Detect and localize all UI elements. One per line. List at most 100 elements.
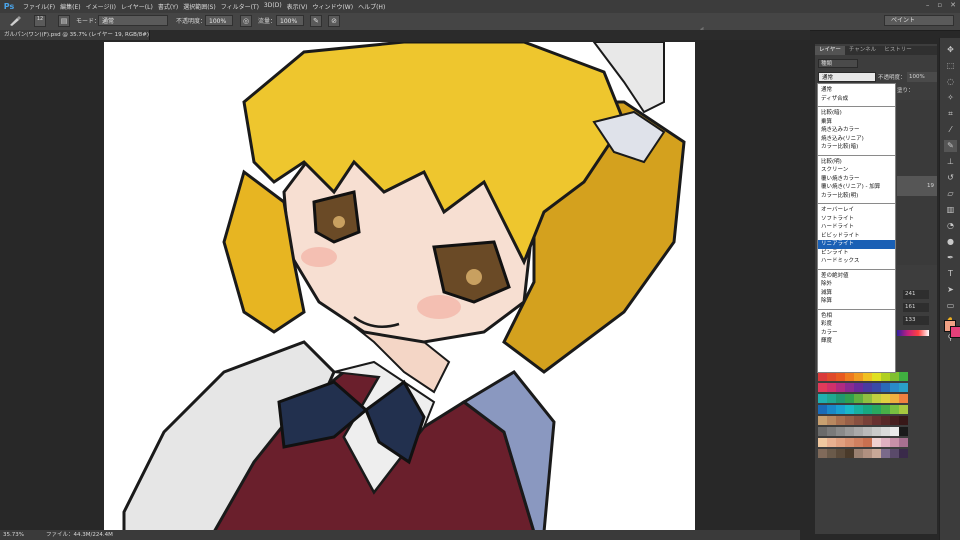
workspace-switcher[interactable]: ペイント (884, 15, 954, 26)
blend-mode-option[interactable]: ディザ合成 (818, 95, 895, 104)
color-swatch[interactable] (845, 394, 854, 403)
color-swatch[interactable] (827, 449, 836, 458)
blend-mode-option[interactable]: 乗算 (818, 118, 895, 127)
color-swatch[interactable] (836, 438, 845, 447)
menu-view[interactable]: 表示(V) (287, 2, 308, 11)
blend-mode-option[interactable]: ハードミックス (818, 257, 895, 266)
color-swatch[interactable] (881, 405, 890, 414)
color-swatch[interactable] (818, 372, 827, 381)
color-swatch[interactable] (881, 438, 890, 447)
color-swatch[interactable] (881, 449, 890, 458)
tab-channels[interactable]: チャンネル (845, 46, 880, 55)
move-tool-icon[interactable]: ✥ (944, 44, 957, 56)
blend-mode-option[interactable]: 通常 (818, 86, 895, 95)
menu-window[interactable]: ウィンドウ(W) (312, 2, 353, 11)
color-swatch[interactable] (854, 438, 863, 447)
menu-select[interactable]: 選択範囲(S) (183, 2, 216, 11)
color-swatch[interactable] (872, 405, 881, 414)
color-swatch[interactable] (881, 394, 890, 403)
color-swatch[interactable] (881, 372, 890, 381)
color-swatch[interactable] (854, 372, 863, 381)
color-swatch[interactable] (863, 372, 872, 381)
airbrush-icon[interactable]: ✎ (310, 15, 322, 27)
document-tab[interactable]: ガルパン(ワン)(F).psd @ 35.7% (レイヤー 19, RGB/8#… (0, 30, 150, 40)
blend-mode-option[interactable]: カラー比較(明) (818, 192, 895, 201)
layer-opacity-input[interactable]: 100% (907, 72, 937, 82)
tab-history[interactable]: ヒストリー (880, 46, 916, 55)
quick-select-tool-icon[interactable]: ✧ (944, 92, 957, 104)
color-swatch[interactable] (863, 394, 872, 403)
blend-mode-option[interactable]: 比較(明) (818, 158, 895, 167)
color-swatch[interactable] (881, 427, 890, 436)
eyedropper-tool-icon[interactable]: ⁄ (944, 124, 957, 136)
color-swatch[interactable] (890, 416, 899, 425)
color-swatch[interactable] (827, 405, 836, 414)
menu-3d[interactable]: 3D(D) (264, 2, 282, 11)
color-swatch[interactable] (863, 438, 872, 447)
blend-mode-option[interactable]: 色相 (818, 312, 895, 321)
color-swatch[interactable] (863, 427, 872, 436)
blend-mode-option[interactable]: 減算 (818, 289, 895, 298)
color-swatch[interactable] (899, 394, 908, 403)
color-swatch[interactable] (872, 372, 881, 381)
path-select-tool-icon[interactable]: ➤ (944, 284, 957, 296)
menu-edit[interactable]: 編集(E) (60, 2, 80, 11)
file-size-info[interactable]: ファイル：44.3M/224.4M (46, 530, 113, 540)
color-swatch[interactable] (863, 383, 872, 392)
color-swatch[interactable] (827, 394, 836, 403)
minimize-button[interactable]: – (926, 1, 930, 9)
blend-mode-option[interactable]: 覆い焼きカラー (818, 175, 895, 184)
layer-row-selected[interactable]: 19 (897, 176, 937, 196)
color-swatch[interactable] (872, 383, 881, 392)
blur-tool-icon[interactable]: ◔ (944, 220, 957, 232)
color-b-value[interactable]: 133 (903, 316, 929, 325)
crop-tool-icon[interactable]: ⌗ (944, 108, 957, 120)
history-brush-tool-icon[interactable]: ↺ (944, 172, 957, 184)
background-color-swatch[interactable] (950, 326, 960, 338)
layer-fill-field[interactable]: 塗り： (897, 86, 937, 96)
blend-mode-option[interactable]: 除外 (818, 280, 895, 289)
zoom-level[interactable]: 35.73% (3, 530, 24, 540)
color-swatch[interactable] (890, 405, 899, 414)
color-swatch[interactable] (818, 405, 827, 414)
type-tool-icon[interactable]: T (944, 268, 957, 280)
color-swatch[interactable] (899, 449, 908, 458)
restore-button[interactable]: ▫ (937, 1, 942, 9)
brush-panel-icon[interactable]: ▤ (58, 15, 70, 27)
stamp-tool-icon[interactable]: ⊥ (944, 156, 957, 168)
color-swatch[interactable] (854, 427, 863, 436)
color-swatch[interactable] (899, 372, 908, 381)
mode-select[interactable]: 通常 (98, 15, 168, 26)
color-swatch[interactable] (836, 416, 845, 425)
color-swatch[interactable] (881, 416, 890, 425)
brush-tool-icon[interactable]: ✎ (944, 140, 957, 152)
color-swatch[interactable] (818, 427, 827, 436)
brush-preset-picker[interactable]: 12 (34, 15, 46, 27)
color-g-value[interactable]: 161 (903, 303, 929, 312)
blend-mode-option[interactable]: カラー (818, 329, 895, 338)
color-swatch[interactable] (863, 405, 872, 414)
eraser-tool-icon[interactable]: ▱ (944, 188, 957, 200)
color-swatch[interactable] (818, 438, 827, 447)
blend-mode-option[interactable]: オーバーレイ (818, 206, 895, 215)
blend-mode-dropdown[interactable]: 通常 ディザ合成 比較(暗) 乗算 焼き込みカラー 焼き込み(リニア) カラー比較(暗) 比較… (817, 83, 896, 373)
tab-layers[interactable]: レイヤー (815, 46, 845, 55)
color-swatch[interactable] (845, 383, 854, 392)
blend-mode-option[interactable]: 除算 (818, 297, 895, 306)
color-swatch[interactable] (845, 405, 854, 414)
color-swatch[interactable] (899, 438, 908, 447)
blend-mode-option[interactable]: リニアライト (818, 240, 895, 249)
color-swatch[interactable] (854, 394, 863, 403)
color-swatch[interactable] (836, 427, 845, 436)
blend-mode-option[interactable]: 差の絶対値 (818, 272, 895, 281)
color-swatch[interactable] (827, 427, 836, 436)
brush-tool-icon[interactable] (8, 15, 22, 29)
color-swatch[interactable] (863, 416, 872, 425)
color-swatch[interactable] (827, 372, 836, 381)
color-swatch[interactable] (836, 383, 845, 392)
color-swatch[interactable] (836, 372, 845, 381)
color-swatch[interactable] (854, 416, 863, 425)
blend-mode-option[interactable]: ハードライト (818, 223, 895, 232)
color-ramp[interactable] (897, 330, 929, 336)
color-swatch[interactable] (827, 383, 836, 392)
